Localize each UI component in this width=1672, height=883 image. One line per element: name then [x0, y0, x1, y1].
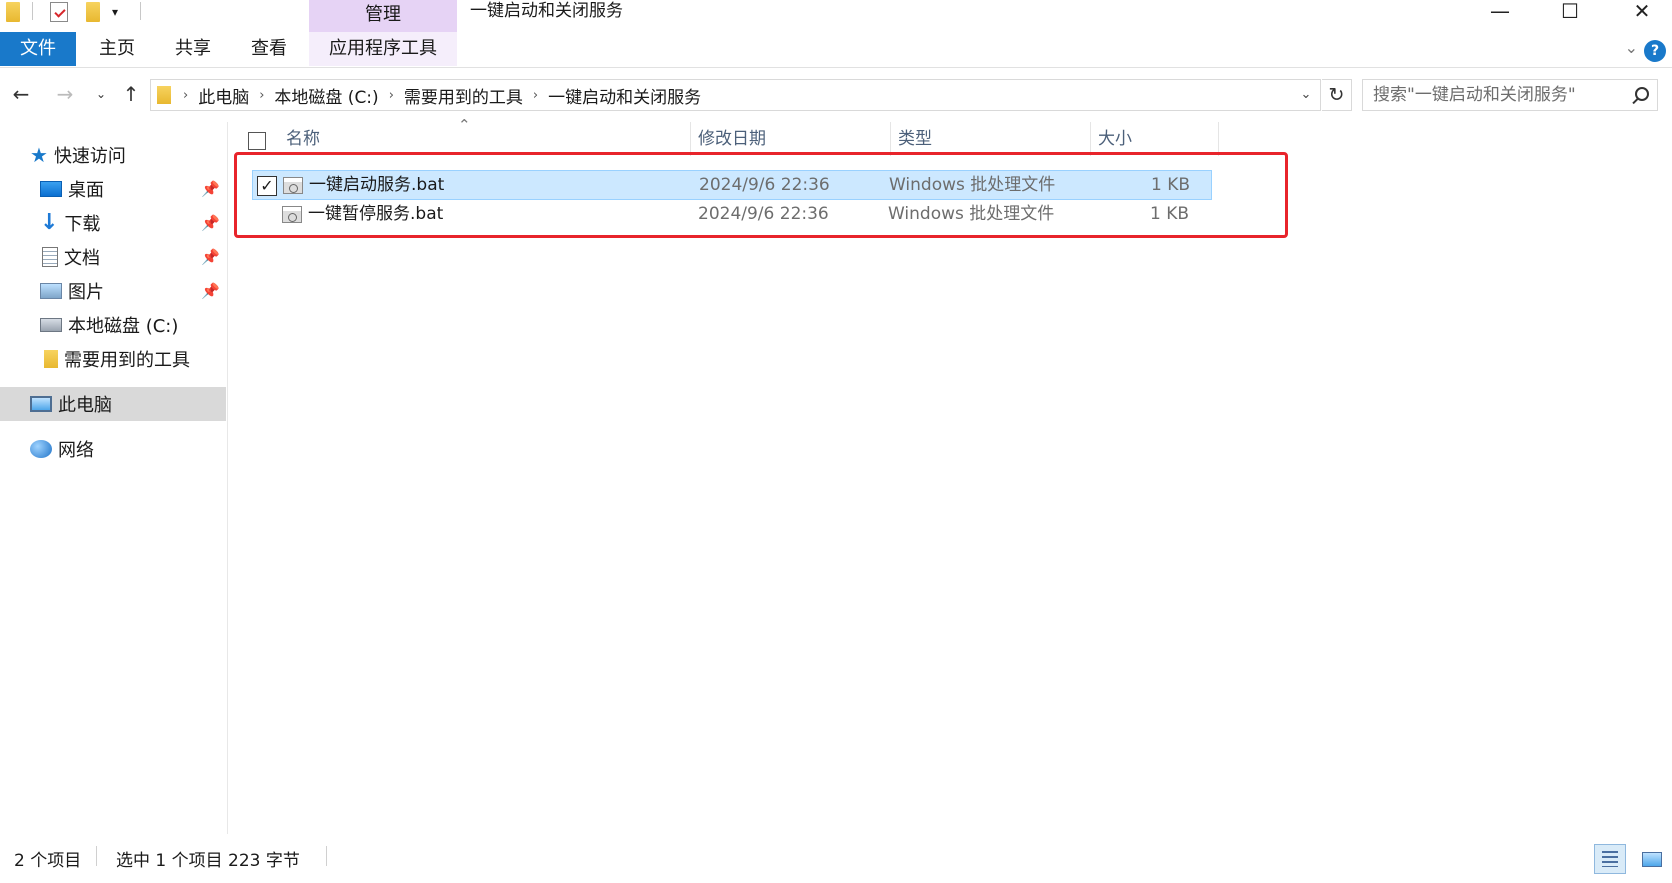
download-icon: ↓ [40, 210, 59, 235]
address-bar[interactable]: › 此电脑 › 本地磁盘 (C:) › 需要用到的工具 › 一键启动和关闭服务 … [150, 79, 1321, 111]
document-icon [42, 247, 58, 267]
desktop-icon [40, 181, 62, 197]
search-icon[interactable] [1635, 87, 1649, 101]
nav-item-label: 网络 [58, 440, 94, 461]
nav-item-network[interactable]: 网络 [0, 432, 226, 466]
quick-access-divider [32, 2, 33, 20]
status-selection: 选中 1 个项目 223 字节 [116, 851, 300, 871]
column-divider[interactable] [1090, 122, 1091, 156]
breadcrumb-separator-icon[interactable]: › [533, 88, 538, 103]
nav-item-documents[interactable]: 文档 📌 [0, 240, 226, 274]
navigation-bar: ← → ⌄ ↑ › 此电脑 › 本地磁盘 (C:) › 需要用到的工具 › 一键… [0, 76, 1672, 116]
nav-item-pictures[interactable]: 图片 📌 [0, 274, 226, 308]
new-folder-icon[interactable] [86, 0, 100, 24]
network-icon [30, 440, 52, 458]
search-input[interactable]: 搜索"一键启动和关闭服务" [1362, 79, 1658, 111]
annotation-highlight-box [234, 152, 1288, 238]
recent-locations-icon[interactable]: ⌄ [88, 78, 114, 110]
column-divider[interactable] [1218, 122, 1219, 156]
nav-item-tools-folder[interactable]: 需要用到的工具 [0, 342, 226, 376]
status-item-count: 2 个项目 [14, 851, 82, 871]
help-icon[interactable]: ? [1644, 40, 1666, 62]
ribbon-tabs: 文件 主页 共享 查看 应用程序工具 ⌄ ? [0, 32, 1672, 68]
nav-item-this-pc[interactable]: 此电脑 [0, 387, 226, 421]
properties-icon[interactable] [50, 0, 68, 24]
tab-home[interactable]: 主页 [90, 32, 144, 66]
large-icons-view-icon[interactable] [1636, 844, 1668, 874]
pin-icon[interactable]: 📌 [201, 248, 220, 266]
tab-file[interactable]: 文件 [0, 32, 76, 66]
title-bar: ▾ 管理 一键启动和关闭服务 — ☐ ✕ [0, 0, 1672, 32]
nav-item-label: 文档 [64, 248, 100, 269]
pictures-icon [40, 283, 62, 299]
maximize-button[interactable]: ☐ [1550, 0, 1590, 24]
pin-icon[interactable]: 📌 [201, 180, 220, 198]
address-dropdown-icon[interactable]: ⌄ [1292, 80, 1320, 110]
breadcrumb-separator-icon[interactable]: › [183, 88, 188, 103]
tab-share[interactable]: 共享 [166, 32, 220, 66]
status-divider [96, 846, 97, 866]
tab-view[interactable]: 查看 [242, 32, 296, 66]
nav-item-label: 图片 [68, 282, 104, 303]
folder-icon [157, 86, 171, 104]
nav-item-quick-access[interactable]: ★ 快速访问 [0, 138, 226, 172]
select-all-checkbox[interactable] [248, 132, 266, 150]
quick-access-folder-icon[interactable] [6, 0, 20, 24]
status-divider [326, 846, 327, 866]
back-icon[interactable]: ← [8, 78, 34, 110]
breadcrumb-separator-icon[interactable]: › [389, 88, 394, 103]
nav-item-label: 本地磁盘 (C:) [68, 316, 179, 337]
column-header-name[interactable]: 名称 [286, 122, 696, 156]
nav-item-label: 下载 [64, 214, 101, 235]
nav-item-desktop[interactable]: 桌面 📌 [0, 172, 226, 206]
column-divider[interactable] [890, 122, 891, 156]
breadcrumb-separator-icon[interactable]: › [259, 88, 264, 103]
folder-icon [44, 350, 58, 368]
tab-application-tools[interactable]: 应用程序工具 [309, 32, 457, 66]
minimize-button[interactable]: — [1480, 0, 1520, 24]
pin-icon[interactable]: 📌 [201, 282, 220, 300]
column-divider[interactable] [690, 122, 691, 156]
computer-icon [30, 396, 52, 412]
close-button[interactable]: ✕ [1622, 0, 1662, 24]
search-placeholder: 搜索"一键启动和关闭服务" [1373, 85, 1576, 105]
nav-item-label: 快速访问 [53, 146, 126, 167]
file-list: ⌃ 名称 修改日期 类型 大小 ✓ 一键启动服务.bat 2024/9/6 22… [230, 116, 1672, 834]
breadcrumb-tools[interactable]: 需要用到的工具 [404, 83, 523, 108]
nav-item-label: 此电脑 [58, 395, 112, 416]
star-icon: ★ [30, 143, 48, 167]
customize-quick-access-icon[interactable]: ▾ [112, 0, 118, 24]
manage-tab[interactable]: 管理 [309, 0, 457, 32]
column-header-date[interactable]: 修改日期 [698, 122, 888, 156]
refresh-icon[interactable]: ↻ [1322, 79, 1352, 111]
breadcrumb-this-pc[interactable]: 此电脑 [198, 83, 249, 108]
nav-item-label: 桌面 [68, 180, 104, 201]
column-header-type[interactable]: 类型 [898, 122, 1088, 156]
pin-icon[interactable]: 📌 [201, 214, 220, 232]
nav-item-downloads[interactable]: ↓ 下载 📌 [0, 206, 226, 240]
up-icon[interactable]: ↑ [118, 78, 144, 110]
column-header-size[interactable]: 大小 [1098, 122, 1218, 156]
forward-icon[interactable]: → [52, 78, 78, 110]
status-bar: 2 个项目 选中 1 个项目 223 字节 [0, 834, 1672, 883]
expand-ribbon-icon[interactable]: ⌄ [1625, 38, 1638, 57]
nav-item-label: 需要用到的工具 [64, 350, 190, 371]
window-title: 一键启动和关闭服务 [470, 1, 623, 21]
details-view-icon[interactable] [1594, 844, 1626, 874]
nav-item-local-disk[interactable]: 本地磁盘 (C:) [0, 308, 226, 342]
breadcrumb-current-folder[interactable]: 一键启动和关闭服务 [548, 83, 701, 108]
navigation-pane: ★ 快速访问 桌面 📌 ↓ 下载 📌 文档 📌 图片 📌 本地磁盘 (C:) 需… [0, 122, 228, 834]
breadcrumb-local-disk[interactable]: 本地磁盘 (C:) [274, 83, 378, 108]
quick-access-divider [140, 2, 141, 20]
drive-icon [40, 318, 62, 332]
